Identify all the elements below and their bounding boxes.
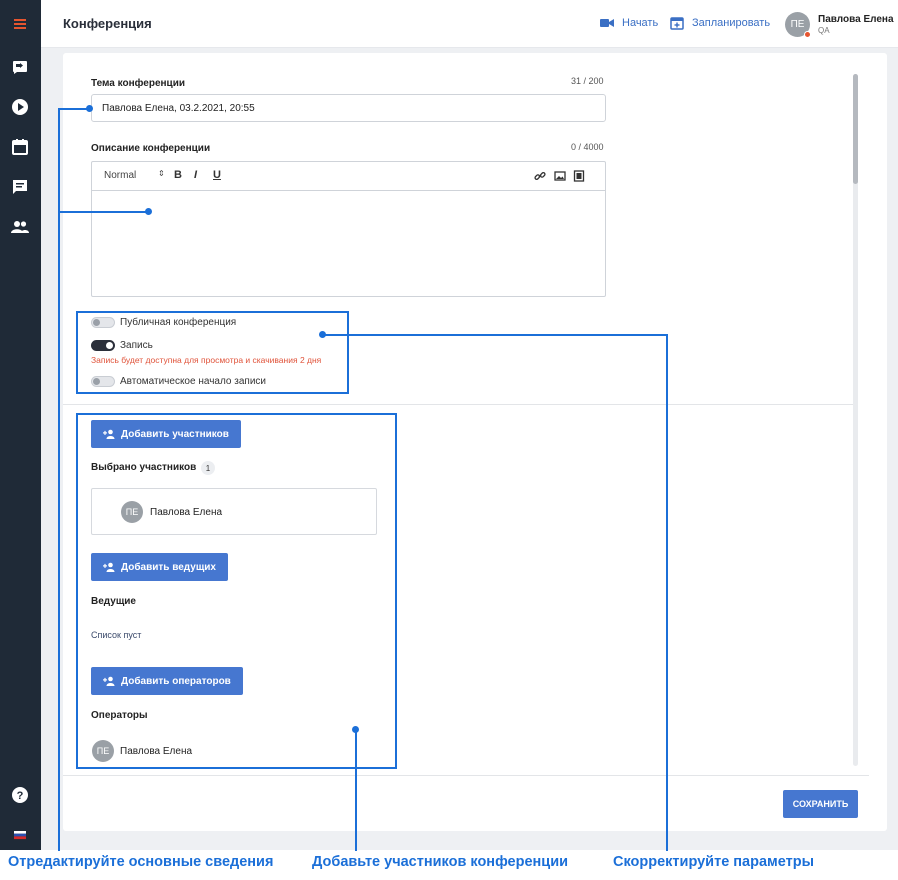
save-button[interactable]: СОХРАНИТЬ	[783, 790, 858, 818]
page-title: Конференция	[63, 16, 152, 31]
annotation-line	[58, 108, 88, 110]
scrollbar-thumb[interactable]	[853, 74, 858, 184]
description-label: Описание конференции	[91, 143, 211, 154]
annotation-line	[58, 211, 148, 213]
chat-icon[interactable]	[10, 177, 30, 197]
user-role: QA	[818, 25, 830, 35]
italic-button[interactable]: I	[194, 169, 197, 181]
link-icon[interactable]	[534, 170, 546, 182]
start-label: Начать	[622, 17, 659, 29]
annotation-params-box	[76, 311, 349, 394]
caption-add-participants: Добавьте участников конференции	[312, 854, 569, 870]
description-editor[interactable]: Normal ⇕ B I U	[91, 161, 606, 297]
user-menu[interactable]: ПЕ Павлова Елена QA	[785, 12, 894, 38]
format-select[interactable]: Normal	[104, 170, 136, 181]
avatar: ПЕ	[785, 12, 811, 38]
annotation-line	[58, 108, 60, 851]
annotation-line	[323, 334, 668, 336]
caption-adjust-params: Скорректируйте параметры	[613, 854, 814, 870]
select-arrows-icon: ⇕	[158, 169, 165, 178]
top-header: Конференция Начать Запланировать ПЕ Павл…	[41, 0, 898, 48]
play-icon[interactable]	[10, 97, 30, 117]
annotation-dot	[319, 331, 326, 338]
editor-toolbar: Normal ⇕ B I U	[92, 162, 605, 191]
calendar-icon[interactable]	[10, 137, 30, 157]
description-counter: 0 / 4000	[571, 142, 604, 152]
bold-button[interactable]: B	[174, 169, 182, 181]
image-icon[interactable]	[554, 170, 566, 182]
annotation-dot	[145, 208, 152, 215]
divider	[63, 775, 869, 776]
avatar-initials: ПЕ	[790, 19, 805, 30]
video-icon[interactable]	[573, 170, 585, 182]
annotation-line	[666, 334, 668, 851]
schedule-button[interactable]: Запланировать	[670, 16, 770, 30]
flag-icon[interactable]	[10, 825, 30, 845]
schedule-label: Запланировать	[692, 17, 771, 29]
annotation-line	[355, 729, 357, 851]
topic-input[interactable]: Павлова Елена, 03.2.2021, 20:55	[91, 94, 606, 122]
video-camera-icon[interactable]	[10, 57, 30, 77]
menu-icon[interactable]	[10, 14, 30, 34]
annotation-participants-box	[76, 413, 397, 769]
underline-button[interactable]: U	[213, 169, 221, 181]
user-name: Павлова Елена	[818, 13, 894, 25]
video-camera-icon	[600, 19, 614, 27]
start-button[interactable]: Начать	[600, 16, 658, 30]
status-dot	[804, 31, 811, 38]
help-icon[interactable]: ?	[10, 785, 30, 805]
sidebar: ?	[0, 0, 41, 850]
annotation-dot	[86, 105, 93, 112]
divider	[63, 404, 854, 405]
topic-label: Тема конференции	[91, 78, 185, 89]
users-icon[interactable]	[10, 217, 30, 237]
caption-edit-info: Отредактируйте основные сведения	[8, 854, 274, 870]
calendar-add-icon	[670, 17, 684, 30]
topic-counter: 31 / 200	[571, 76, 604, 86]
svg-text:?: ?	[17, 790, 24, 802]
